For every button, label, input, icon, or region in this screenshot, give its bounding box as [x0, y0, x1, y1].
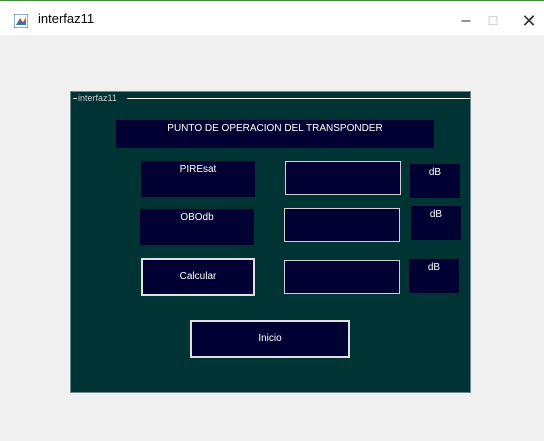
main-panel: interfaz11 PUNTO DE OPERACION DEL TRANSP…: [70, 91, 471, 393]
piresat-label: PIREsat: [141, 161, 255, 197]
inicio-button[interactable]: Inicio: [190, 320, 350, 358]
maximize-button[interactable]: ☐: [473, 7, 513, 35]
header-label: PUNTO DE OPERACION DEL TRANSPONDER: [116, 120, 434, 148]
panel-border-line: [127, 98, 470, 99]
piresat-unit: dB: [410, 164, 460, 198]
window-title: interfaz11: [38, 11, 95, 26]
piresat-field[interactable]: [285, 161, 401, 195]
obodb-unit: dB: [411, 206, 461, 240]
result-field[interactable]: [284, 260, 400, 294]
title-bar[interactable]: interfaz11 – ☐ ✕: [0, 1, 544, 35]
close-button[interactable]: ✕: [509, 7, 544, 35]
obodb-field[interactable]: [284, 208, 400, 242]
panel-title: interfaz11: [77, 93, 118, 103]
matlab-figure-icon: [14, 14, 28, 28]
app-window: interfaz11 – ☐ ✕ interfaz11 PUNTO DE OPE…: [0, 0, 544, 441]
panel-title-text: interfaz11: [78, 93, 117, 103]
obodb-label: OBOdb: [140, 209, 254, 245]
result-unit: dB: [409, 259, 459, 293]
calcular-button[interactable]: Calcular: [141, 258, 255, 296]
